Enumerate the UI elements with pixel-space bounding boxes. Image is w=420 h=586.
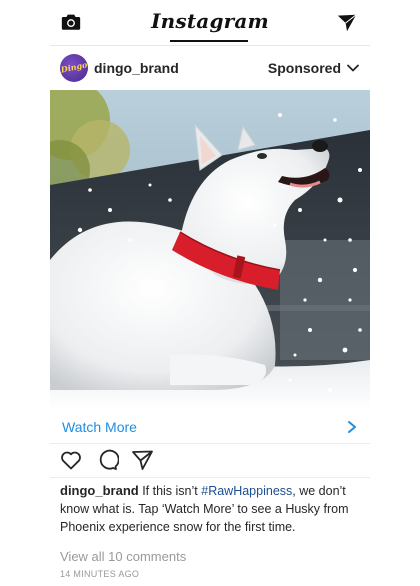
- avatar-logo-text: Dingo: [60, 59, 88, 75]
- avatar[interactable]: Dingo: [60, 54, 88, 82]
- comment-icon[interactable]: [95, 448, 119, 472]
- view-comments-link[interactable]: View all 10 comments: [60, 549, 186, 564]
- post-actions: [50, 444, 370, 478]
- post-header: Dingo dingo_brand Sponsored: [50, 48, 370, 90]
- heart-icon[interactable]: [59, 448, 83, 472]
- post-username[interactable]: dingo_brand: [94, 60, 179, 76]
- instagram-logo: Instagram: [151, 9, 269, 33]
- top-bar: Instagram: [50, 0, 370, 46]
- watch-more-button[interactable]: Watch More: [50, 410, 370, 444]
- paper-plane-icon[interactable]: [336, 12, 358, 34]
- caption-hashtag[interactable]: #RawHappiness: [201, 484, 292, 498]
- post-caption: dingo_brand If this isn’t #RawHappiness,…: [60, 482, 360, 536]
- sponsored-label: Sponsored: [267, 60, 341, 76]
- post-image[interactable]: [50, 90, 370, 410]
- instagram-feed: Instagram Dingo dingo_brand Sponsored Wa…: [50, 0, 370, 586]
- active-tab-indicator: [170, 40, 248, 42]
- husky-photo: [50, 90, 370, 410]
- caption-text-start: If this isn’t: [138, 484, 202, 498]
- sponsored-menu[interactable]: Sponsored: [268, 60, 360, 76]
- watch-more-label: Watch More: [62, 419, 137, 435]
- chevron-down-icon: [347, 64, 359, 72]
- caption-username[interactable]: dingo_brand: [60, 483, 139, 498]
- post-timestamp: 14 MINUTES AGO: [60, 569, 140, 579]
- share-icon[interactable]: [130, 448, 154, 472]
- chevron-right-icon: [348, 421, 356, 433]
